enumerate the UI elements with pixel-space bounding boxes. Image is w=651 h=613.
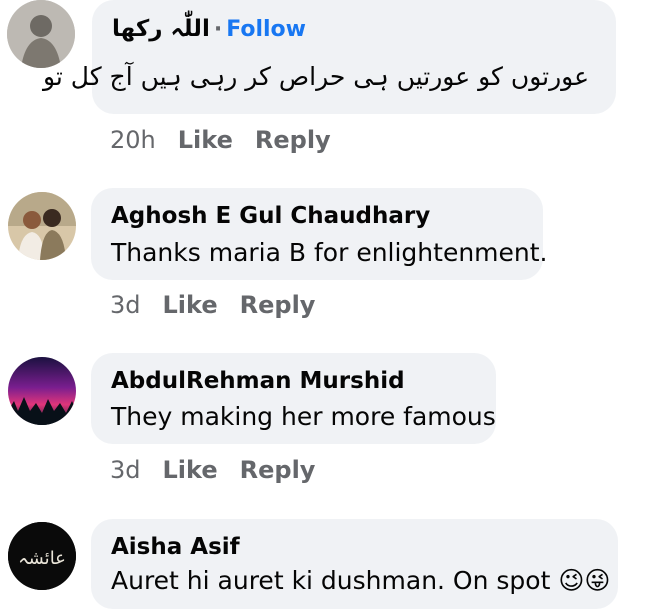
comment-author[interactable]: اللّٰہ رکھا	[112, 16, 210, 42]
emoji-icon: 😉😜	[558, 566, 611, 595]
comment-author-line: اللّٰہ رکھا · Follow	[112, 16, 306, 42]
comment-author[interactable]: Aisha Asif	[111, 534, 240, 560]
like-button[interactable]: Like	[163, 291, 218, 319]
avatar[interactable]	[7, 0, 75, 68]
like-button[interactable]: Like	[178, 126, 233, 154]
separator-dot: ·	[213, 17, 223, 42]
comment-time[interactable]: 3d	[110, 456, 141, 484]
comment-text: They making her more famous	[111, 402, 496, 431]
comment-text-body: Auret hi auret ki dushman. On spot	[111, 566, 551, 595]
comment-actions: 3d Like Reply	[110, 456, 337, 484]
comment-time[interactable]: 20h	[110, 126, 156, 154]
comment-actions: 3d Like Reply	[110, 291, 337, 319]
follow-button[interactable]: Follow	[226, 17, 306, 42]
comment-text: Thanks maria B for enlightenment.	[111, 238, 548, 267]
comment-author[interactable]: AbdulRehman Murshid	[111, 368, 405, 394]
reply-button[interactable]: Reply	[240, 456, 316, 484]
avatar[interactable]	[8, 357, 76, 425]
avatar-calligraphy: عائشہ	[18, 548, 66, 569]
comment-text: Auret hi auret ki dushman. On spot 😉😜	[111, 566, 610, 595]
comment-text: عورتوں کو عورتیں ہی حراص کر رہی ہیں آج ک…	[42, 62, 589, 91]
avatar[interactable]	[8, 192, 76, 260]
avatar[interactable]: عائشہ	[8, 522, 76, 590]
comment-bubble	[91, 519, 618, 609]
comment-time[interactable]: 3d	[110, 291, 141, 319]
reply-button[interactable]: Reply	[255, 126, 331, 154]
reply-button[interactable]: Reply	[240, 291, 316, 319]
comment-actions: 20h Like Reply	[110, 126, 353, 154]
comment-author[interactable]: Aghosh E Gul Chaudhary	[111, 203, 430, 229]
like-button[interactable]: Like	[163, 456, 218, 484]
